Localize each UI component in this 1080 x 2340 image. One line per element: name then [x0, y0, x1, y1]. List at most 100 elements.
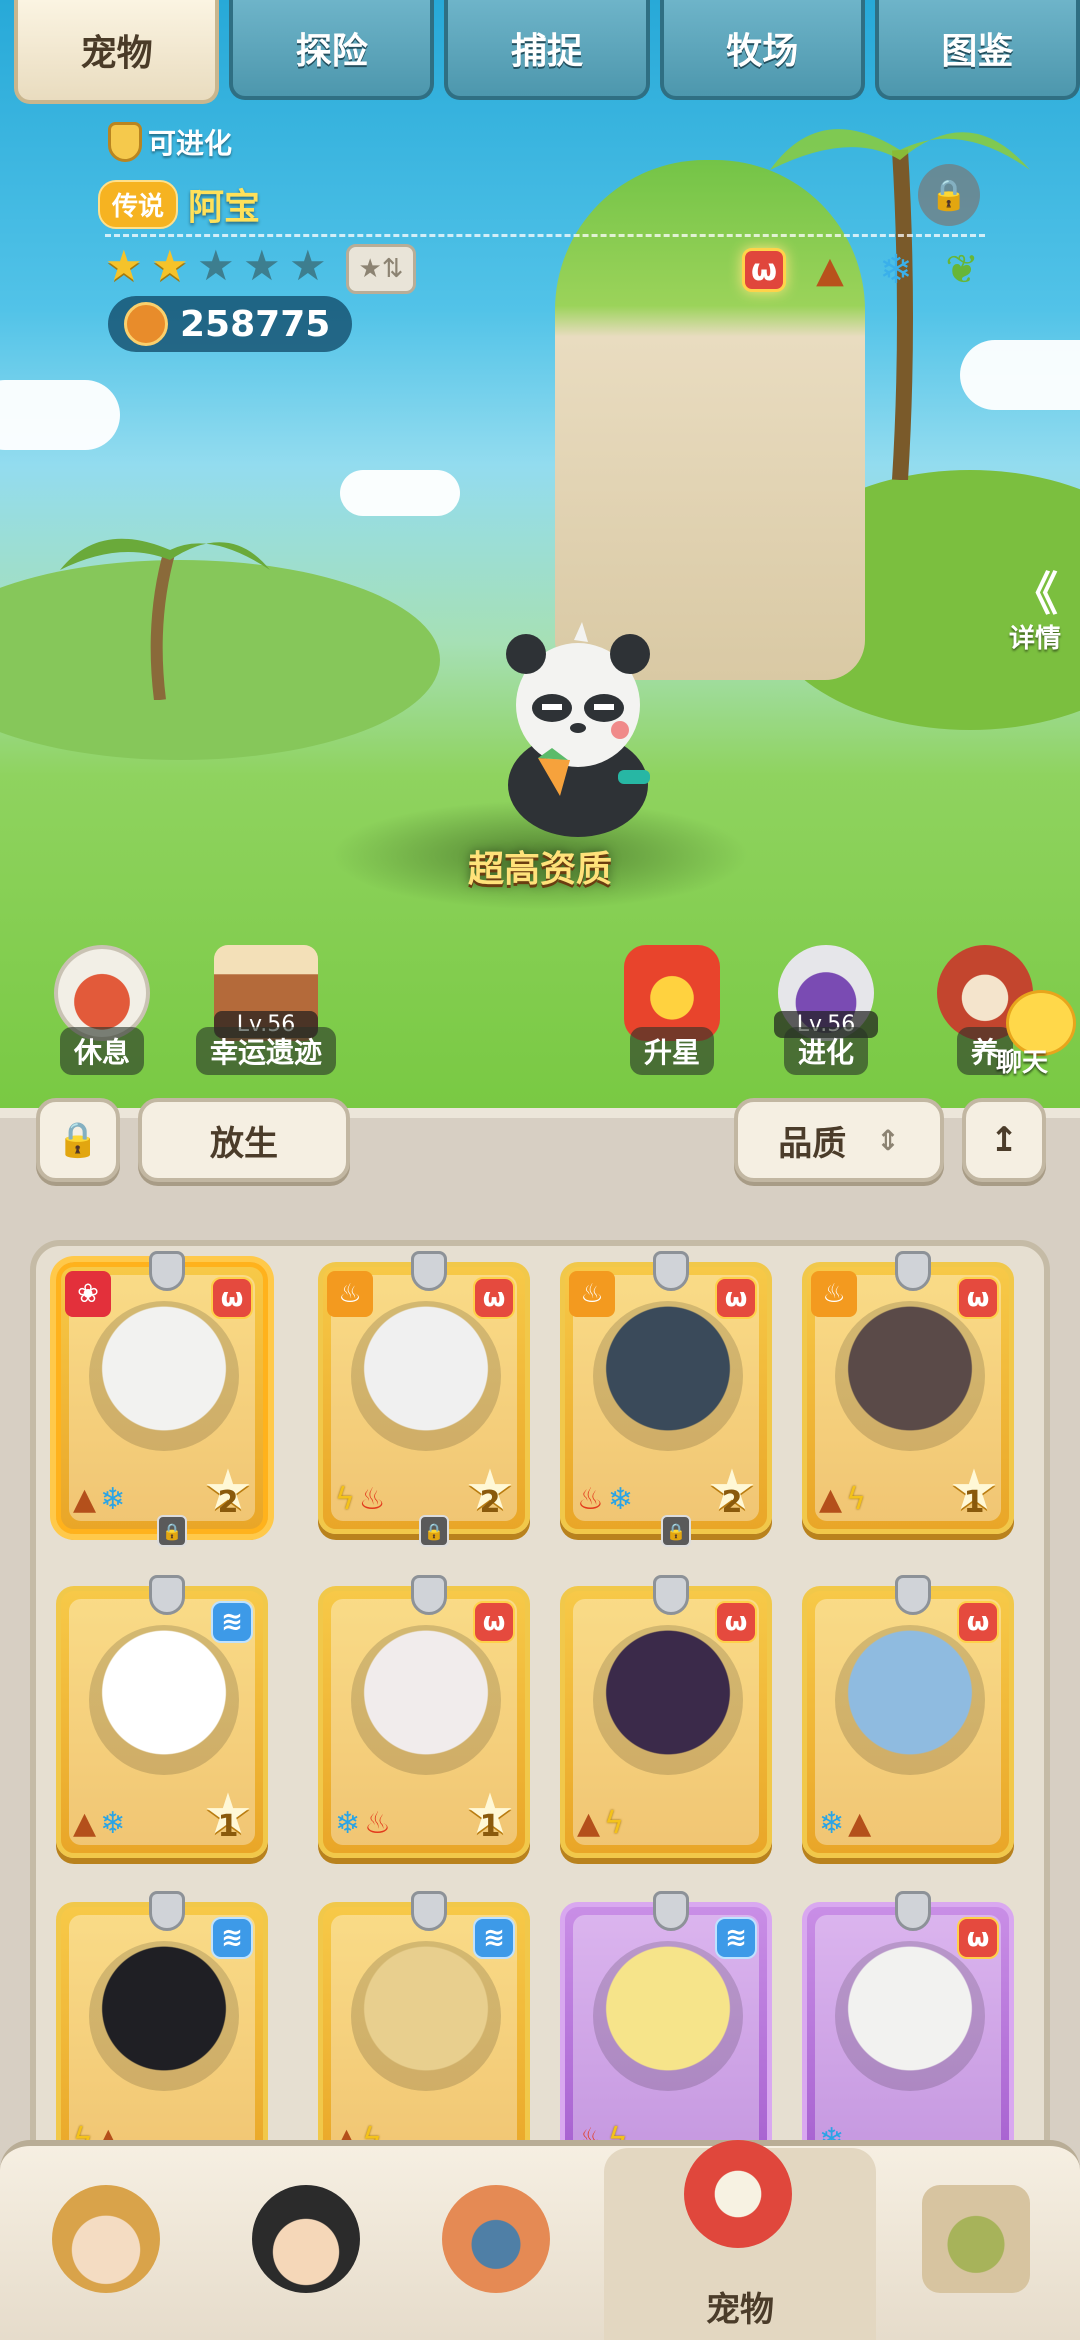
chat-button[interactable]: 聊天 [996, 990, 1080, 1080]
earth-icon: ▲ [73, 1482, 97, 1517]
quality-label: 品质 [778, 1123, 847, 1164]
pet-portrait-art [593, 1625, 743, 1775]
shield-icon [108, 122, 142, 162]
pet-portrait-art [89, 1625, 239, 1775]
shield-pin-icon [653, 1575, 689, 1615]
evolve-label: 进化 [783, 1027, 868, 1075]
star-icon: ★ [243, 241, 281, 290]
shield-pin-icon [411, 1575, 447, 1615]
attribute-icons: ♨ ❄ [577, 1482, 633, 1517]
attribute-icons: ▲ ❄ [73, 1482, 125, 1517]
double-chevron-left-icon: 《 [1012, 567, 1058, 621]
shield-pin-icon [895, 1251, 931, 1291]
bolt-icon: ϟ [335, 1482, 355, 1517]
ice-trait-icon[interactable]: ❄ [874, 247, 918, 293]
pet-card[interactable]: ≋ϟ▲ [56, 1891, 268, 2174]
attribute-icons: ▲ ❄ [73, 1806, 125, 1841]
pet-card[interactable]: ω ♨ ★ 1 ▲ ϟ [802, 1251, 1014, 1534]
shield-pin-icon [149, 1891, 185, 1931]
pet-card[interactable]: ω ★ 1 ❄ ♨ [318, 1575, 530, 1858]
star-up-button[interactable]: 升星 [602, 945, 742, 1075]
star-level-value: 1 [963, 1485, 985, 1520]
blue-wind-element-icon: ≋ [211, 1601, 253, 1643]
star-up-label: 升星 [629, 1027, 714, 1075]
updown-icon: ⇕ [876, 1123, 900, 1157]
attribute-icons: ▲ϟ [819, 1482, 866, 1517]
red-paw-element-icon: ω [211, 1277, 253, 1319]
chat-label: 聊天 [996, 1048, 1049, 1078]
pet-name-row: 传说 阿宝 [98, 178, 260, 230]
nav-tribe[interactable] [36, 2175, 176, 2325]
leaf-trait-icon[interactable]: ❦ [940, 247, 984, 293]
release-button[interactable]: 放生 [138, 1098, 350, 1182]
evolve-button[interactable]: Lv.56 进化 [756, 945, 896, 1075]
star-level-badge: ★ 2 [703, 1463, 761, 1521]
shield-pin-icon [149, 1575, 185, 1615]
pet-portrait-art [89, 1941, 239, 2091]
shield-pin-icon [149, 1251, 185, 1291]
pet-card[interactable]: ω ♨ ★ 2 ϟ ♨ 🔒 [318, 1251, 530, 1547]
trait-icons: ω ▲ ❄ ❦ [742, 247, 984, 293]
pet-portrait-art [89, 1301, 239, 1451]
lock-icon: 🔒 [419, 1515, 449, 1547]
dino-pet-icon [684, 2140, 792, 2248]
star-level-value: 1 [217, 1809, 239, 1844]
sort-order-button[interactable]: ↥ [962, 1098, 1046, 1182]
nav-totem[interactable] [426, 2175, 566, 2325]
fire-icon: ♨ [577, 1482, 604, 1517]
shop-totem-icon [922, 2185, 1030, 2293]
chef-hat-tag-icon: ♨ [811, 1271, 857, 1317]
tab-explore[interactable]: 探险 [229, 0, 435, 100]
pet-card[interactable]: ω ❄ ▲ [802, 1575, 1014, 1858]
star-level-value: 2 [217, 1485, 239, 1520]
earth-trait-icon[interactable]: ▲ [808, 248, 852, 292]
tab-capture[interactable]: 捕捉 [444, 0, 650, 100]
lucky-ruins-label: 幸运遗迹 [196, 1027, 336, 1075]
lock-button[interactable]: 🔒 [36, 1098, 120, 1182]
pet-card[interactable]: ω ▲ ϟ [560, 1575, 772, 1858]
lock-icon[interactable]: 🔒 [918, 164, 980, 226]
red-paw-element-icon: ω [957, 1601, 999, 1643]
rest-button[interactable]: 休息 [32, 945, 172, 1075]
pet-card[interactable]: ω ♨ ★ 2 ♨ ❄ 🔒 [560, 1251, 772, 1547]
tab-pets[interactable]: 宠物 [14, 0, 220, 104]
star-rating: ★ ★ ★ ★ ★ [105, 245, 331, 287]
nav-shop[interactable] [906, 2175, 1046, 2325]
bolt-icon: ϟ [604, 1806, 624, 1841]
blue-wind-element-icon: ≋ [211, 1917, 253, 1959]
fire-icon: ♨ [358, 1482, 386, 1517]
tab-ranch[interactable]: 牧场 [659, 0, 865, 100]
attribute-icons: ϟ ♨ [335, 1482, 386, 1517]
fire-icon: ♨ [364, 1806, 392, 1841]
tab-collection[interactable]: 图鉴 [874, 0, 1080, 100]
red-paw-element-icon: ω [715, 1601, 757, 1643]
red-paw-element-icon: ω [473, 1277, 515, 1319]
totem-mask-icon [442, 2185, 550, 2293]
lucky-ruins-button[interactable]: Lv.56 幸运遗迹 [196, 945, 336, 1075]
pet-card[interactable]: ω❄ [802, 1891, 1014, 2174]
nav-hero[interactable] [236, 2175, 376, 2325]
pet-card[interactable]: ≋ ★ 1 ▲ ❄ [56, 1575, 268, 1858]
ice-icon: ❄ [335, 1806, 361, 1841]
pet-portrait-art [835, 1941, 985, 2091]
star-swap-button[interactable]: ★⇅ [346, 244, 416, 294]
hero-character-icon [252, 2185, 360, 2293]
star-level-value: 2 [721, 1485, 743, 1520]
star-icon: ★ [151, 241, 189, 290]
quality-sort-dropdown[interactable]: 品质 ⇕ [734, 1098, 944, 1182]
red-paw-trait-icon[interactable]: ω [742, 248, 786, 292]
lock-icon: 🔒 [661, 1515, 691, 1547]
release-label: 放生 [210, 1123, 278, 1164]
shield-pin-icon [653, 1251, 689, 1291]
pet-name[interactable]: 阿宝 [188, 178, 260, 230]
panda-pet-model[interactable] [478, 620, 678, 840]
pet-card[interactable]: ω ❀ ★ 2 ▲ ❄ 🔒 [56, 1251, 268, 1547]
detail-button[interactable]: 《 详情 [1000, 570, 1070, 655]
pet-scene [0, 0, 1080, 1108]
pet-card[interactable]: ≋▲ϟ [318, 1891, 530, 2174]
lock-icon: 🔒 [56, 1120, 100, 1160]
nav-pets[interactable] [668, 2130, 808, 2280]
ice-icon: ❄ [819, 1806, 845, 1841]
evolvable-indicator: 可进化 [108, 122, 232, 162]
shield-pin-icon [895, 1891, 931, 1931]
